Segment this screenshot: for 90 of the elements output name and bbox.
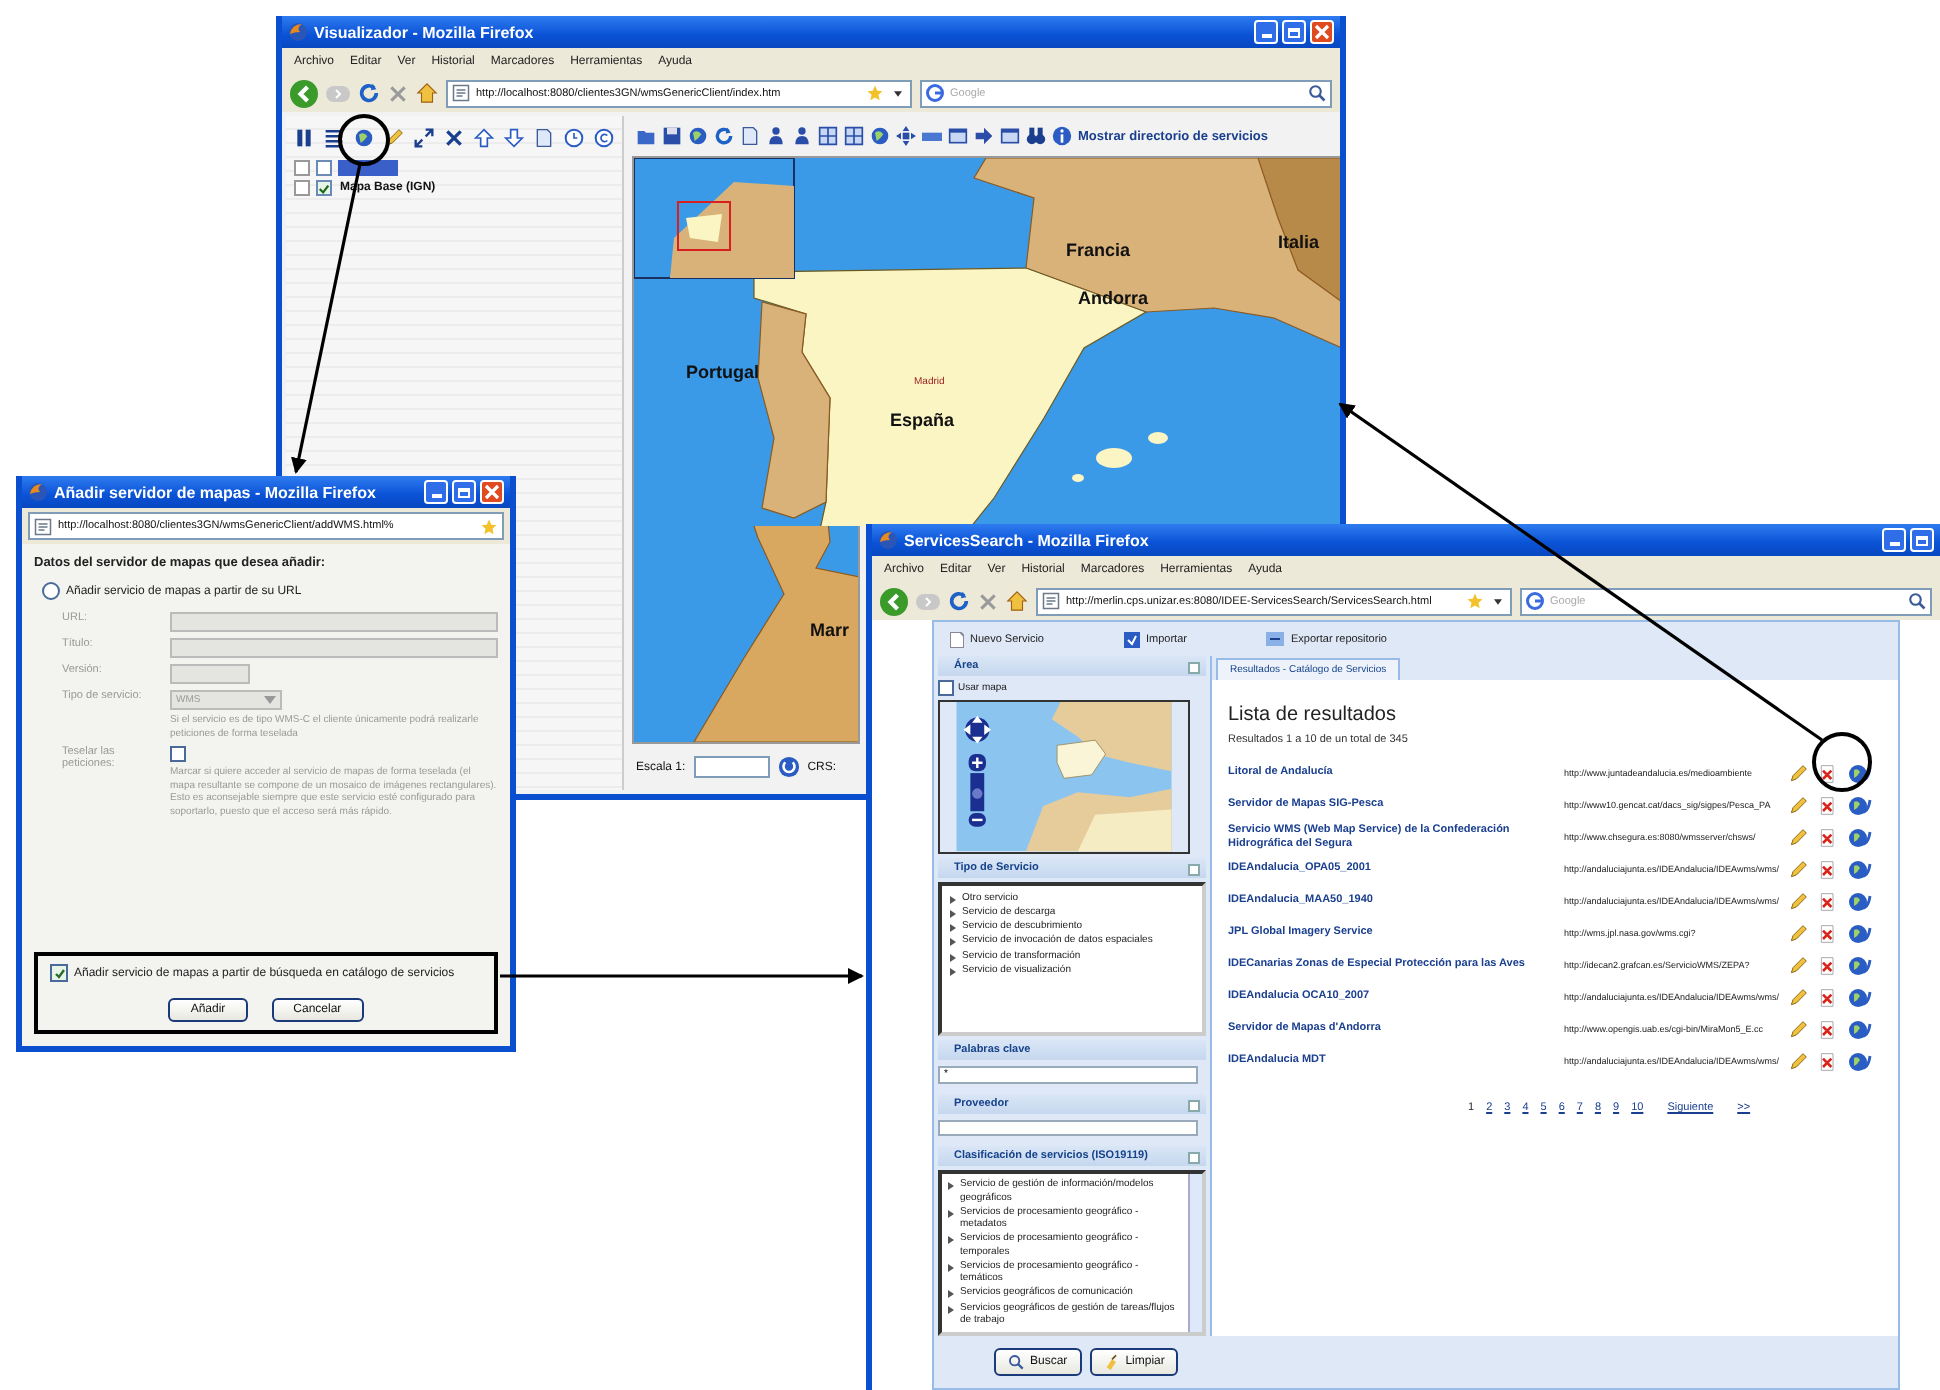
cross-icon[interactable] [444,128,464,148]
person-icon[interactable] [792,126,812,146]
country-label: Andorra [1078,288,1149,308]
refresh-icon[interactable] [358,82,380,104]
close-button[interactable] [480,480,504,504]
expand-icon[interactable] [414,128,434,148]
minimize-button[interactable] [424,480,448,504]
minimize-button[interactable] [1254,20,1278,44]
dropdown-icon[interactable] [1490,593,1506,609]
window-title: Visualizador - Mozilla Firefox [314,23,534,41]
country-label: Francia [1066,240,1131,260]
folder-icon[interactable] [636,126,656,146]
checkbox[interactable] [938,680,954,696]
person-icon[interactable] [766,126,786,146]
window-icon[interactable] [948,126,968,146]
pencil-icon[interactable] [384,128,404,148]
country-label: Portugal [686,362,760,382]
minus-icon [1266,632,1285,646]
input-field[interactable] [170,638,498,658]
arrow-right-icon[interactable] [974,126,994,146]
grid-icon[interactable] [818,126,838,146]
star-icon[interactable] [1466,592,1484,610]
results-heading: Lista de resultados [1228,704,1398,726]
input-field[interactable] [170,612,498,632]
island-drawing [1072,432,1168,482]
map-drawing[interactable] [938,700,1190,854]
radio-button[interactable] [42,582,60,600]
globe-icon[interactable] [354,128,374,148]
refresh-icon[interactable] [714,126,734,146]
dropdown-icon[interactable] [890,85,906,101]
maximize-button[interactable] [1282,20,1306,44]
arrow-down-icon[interactable] [504,128,524,148]
highlight-circle [1812,732,1872,792]
arrow-up-icon[interactable] [474,128,494,148]
search-icon [1008,1354,1024,1370]
scale-field[interactable] [693,756,770,778]
back-icon[interactable] [290,79,318,107]
home-icon[interactable] [1006,590,1028,612]
country-label: Italia [1278,232,1320,252]
search-icon[interactable] [1908,592,1926,610]
back-icon[interactable] [880,587,908,615]
highlight-circle [338,114,390,166]
globe-icon[interactable] [688,126,708,146]
window-title: Añadir servidor de mapas - Mozilla Firefox [54,483,376,501]
close-button[interactable] [1310,20,1334,44]
star-icon[interactable] [480,517,498,535]
zoom-slider[interactable] [970,773,985,812]
globe-icon[interactable] [870,126,890,146]
slider-thumb[interactable] [972,788,983,799]
input-field[interactable] [170,664,250,684]
document-icon[interactable] [534,128,554,148]
checkbox[interactable] [170,746,186,762]
input-field[interactable] [938,1120,1198,1137]
layer-checkbox[interactable] [316,160,332,176]
country-label: Marr [810,620,850,640]
caret-icon [264,696,276,704]
home-icon[interactable] [416,82,438,104]
delete-icon[interactable] [1818,764,1838,784]
window-icon[interactable] [1000,126,1020,146]
page-icon [452,84,470,102]
overview-map[interactable] [633,157,795,279]
country-label: España [890,410,955,430]
grid-icon[interactable] [844,126,864,146]
search-icon[interactable] [1308,84,1326,102]
page-icon [34,517,52,535]
move-icon[interactable] [896,126,916,146]
refresh-icon[interactable] [948,590,970,612]
checkbox[interactable] [50,964,68,982]
minimize-button[interactable] [1882,528,1906,552]
document-icon[interactable] [740,126,760,146]
go-icon[interactable] [777,756,800,778]
list-icon[interactable] [324,128,344,148]
clock-icon[interactable] [564,128,584,148]
star-icon[interactable] [866,84,884,102]
scrollbar[interactable] [1188,1174,1202,1332]
document-icon [950,631,964,647]
binoculars-icon[interactable] [1026,126,1046,146]
window-title: ServicesSearch - Mozilla Firefox [904,531,1149,549]
info-icon[interactable] [1052,126,1072,146]
map-drawing[interactable]: Marr [632,526,860,744]
layer-checkbox[interactable] [316,180,332,196]
maximize-button[interactable] [1910,528,1934,552]
page-icon [1042,592,1060,610]
maximize-button[interactable] [452,480,476,504]
pan-control[interactable] [963,715,992,744]
check-icon [1124,631,1140,647]
save-icon[interactable] [662,126,682,146]
broom-icon [1103,1354,1120,1370]
copyright-icon[interactable] [594,128,614,148]
pause-icon[interactable] [294,128,314,148]
